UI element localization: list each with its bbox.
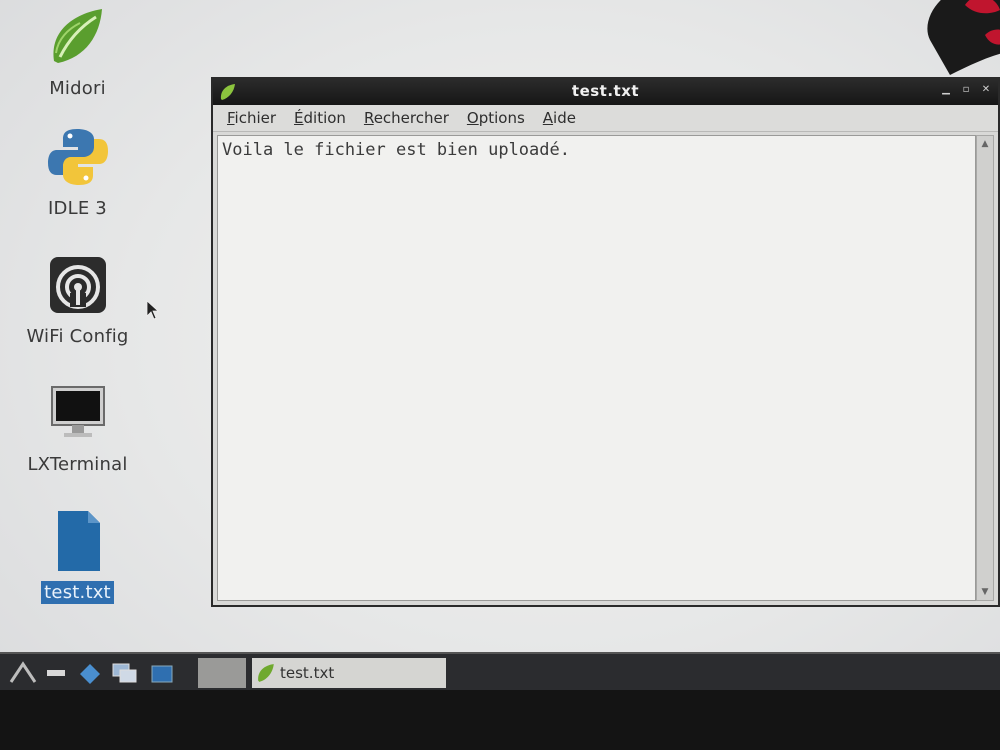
screen-bezel	[0, 690, 1000, 750]
desktop-icon-label: LXTerminal	[27, 454, 128, 475]
desktop-icon-midori[interactable]: Midori	[20, 5, 135, 100]
scroll-down-icon[interactable]: ▼	[977, 584, 993, 600]
file-manager-icon[interactable]	[44, 660, 70, 686]
taskbar: test.txt	[0, 652, 1000, 692]
mouse-cursor-icon	[146, 300, 160, 320]
menu-bar: Fichier Édition Rechercher Options Aide	[213, 105, 998, 132]
maximize-button[interactable]: ▫	[960, 84, 972, 96]
desktop-icon-label: Midori	[49, 78, 106, 99]
desktop-icon-label: test.txt	[41, 581, 114, 604]
desktop-switch-icon[interactable]	[110, 660, 140, 686]
scroll-up-icon[interactable]: ▲	[977, 136, 993, 152]
desktop-icon-lxterminal[interactable]: LXTerminal	[20, 381, 135, 476]
taskbar-task-test-txt[interactable]: test.txt	[252, 658, 446, 688]
menu-edition[interactable]: Édition	[294, 109, 346, 127]
leafpad-icon	[258, 664, 274, 682]
browser-icon[interactable]	[76, 660, 104, 686]
terminal-icon	[50, 386, 105, 437]
document-icon	[57, 511, 100, 571]
desktop-icon-idle3[interactable]: IDLE 3	[20, 125, 135, 220]
minimize-button[interactable]: ▁	[940, 84, 952, 96]
window-title: test.txt	[571, 82, 640, 100]
desktop-icon-label: IDLE 3	[48, 198, 107, 219]
desktop-icon-test-txt[interactable]: test.txt	[20, 509, 135, 604]
menu-launcher-icon[interactable]	[8, 660, 38, 686]
midori-icon	[52, 9, 102, 63]
menu-aide[interactable]: Aide	[543, 109, 576, 127]
menu-options[interactable]: Options	[467, 109, 525, 127]
desktop-icon-wifi-config[interactable]: WiFi Config	[20, 253, 135, 348]
python-icon	[47, 129, 108, 185]
wifi-icon	[49, 257, 106, 313]
workspace-pager[interactable]	[198, 658, 246, 688]
window-titlebar[interactable]: test.txt ▁ ▫ ✕	[213, 79, 998, 105]
close-button[interactable]: ✕	[980, 84, 992, 96]
vertical-scrollbar[interactable]: ▲ ▼	[976, 135, 994, 601]
text-editor-window: test.txt ▁ ▫ ✕ Fichier Édition Recherche…	[211, 77, 1000, 607]
taskbar-task-label: test.txt	[280, 664, 335, 682]
desktop-icon-label: WiFi Config	[26, 326, 129, 347]
menu-fichier[interactable]: Fichier	[227, 109, 276, 127]
workspace-icon[interactable]	[148, 660, 176, 686]
text-area[interactable]: Voila le fichier est bien uploadé.	[217, 135, 976, 601]
menu-rechercher[interactable]: Rechercher	[364, 109, 449, 127]
